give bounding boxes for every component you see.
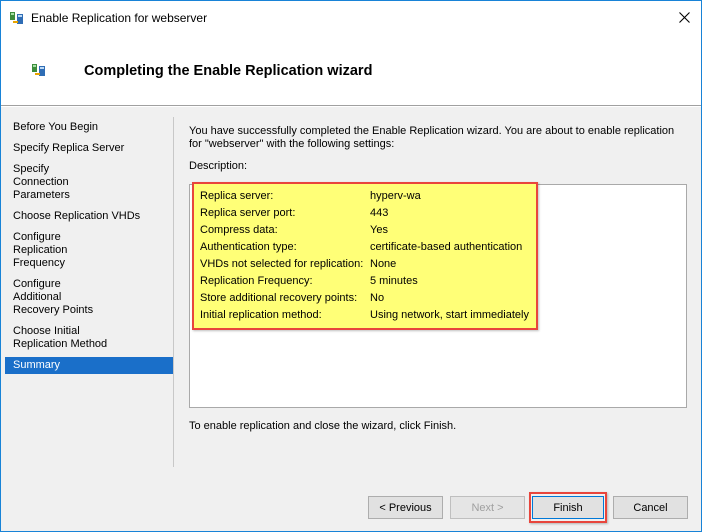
nav-item-specify-replica-server[interactable]: Specify Replica Server bbox=[1, 140, 173, 157]
nav-item-before-you-begin[interactable]: Before You Begin bbox=[1, 119, 173, 136]
window-title: Enable Replication for webserver bbox=[31, 11, 208, 25]
setting-row: Replica server: hyperv-wa bbox=[200, 187, 530, 204]
summary-panel: You have successfully completed the Enab… bbox=[189, 125, 689, 432]
previous-button[interactable]: < Previous bbox=[368, 496, 443, 519]
title-bar: Enable Replication for webserver bbox=[1, 1, 701, 34]
next-button[interactable]: Next > bbox=[450, 496, 525, 519]
setting-row: Store additional recovery points: No bbox=[200, 289, 530, 306]
setting-key: Replica server: bbox=[200, 189, 274, 202]
nav-item-summary[interactable]: Summary bbox=[5, 357, 173, 374]
description-box[interactable]: Replica server: hyperv-wa Replica server … bbox=[189, 182, 687, 408]
setting-value: Yes bbox=[370, 223, 388, 236]
cancel-button[interactable]: Cancel bbox=[613, 496, 688, 519]
setting-key: Authentication type: bbox=[200, 240, 297, 253]
setting-value: None bbox=[370, 257, 397, 270]
setting-row: Authentication type: certificate-based au… bbox=[200, 238, 530, 255]
setting-key: VHDs not selected for replication: bbox=[200, 257, 364, 270]
setting-value: 5 minutes bbox=[370, 274, 418, 287]
setting-key: Compress data: bbox=[200, 223, 278, 236]
setting-value: No bbox=[370, 291, 385, 304]
wizard-header: Completing the Enable Replication wizard bbox=[1, 34, 701, 106]
nav-item-connection-parameters[interactable]: Specify Connection Parameters bbox=[1, 161, 111, 204]
setting-value: hyperv-wa bbox=[370, 189, 421, 202]
nav-item-initial-replication[interactable]: Choose Initial Replication Method bbox=[1, 323, 136, 353]
nav-item-replication-vhds[interactable]: Choose Replication VHDs bbox=[1, 208, 173, 225]
setting-value: Using network, start immediately bbox=[370, 308, 529, 321]
setting-row: Replication Frequency: 5 minutes bbox=[200, 272, 530, 289]
setting-value: certificate-based authentication bbox=[370, 240, 523, 253]
setting-key: Initial replication method: bbox=[200, 308, 322, 321]
nav-item-recovery-points[interactable]: Configure Additional Recovery Points bbox=[1, 276, 113, 319]
setting-key: Replication Frequency: bbox=[200, 274, 313, 287]
wizard-footer: < Previous Next > Finish Cancel bbox=[1, 485, 701, 531]
page-title: Completing the Enable Replication wizard bbox=[84, 63, 373, 79]
wizard-window: Enable Replication for webserver Complet… bbox=[0, 0, 702, 532]
setting-key: Store additional recovery points: bbox=[200, 291, 358, 304]
nav-item-replication-frequency[interactable]: Configure Replication Frequency bbox=[1, 229, 119, 272]
description-label: Description: bbox=[189, 160, 248, 172]
wizard-steps-nav: Before You Begin Specify Replica Server … bbox=[1, 119, 173, 378]
finish-instructions: To enable replication and close the wiza… bbox=[189, 420, 457, 432]
setting-row: VHDs not selected for replication: None bbox=[200, 255, 530, 272]
setting-key: Replica server port: bbox=[200, 206, 296, 219]
replication-icon bbox=[31, 62, 47, 78]
setting-row: Compress data: Yes bbox=[200, 221, 530, 238]
setting-row: Initial replication method: Using network… bbox=[200, 306, 530, 323]
nav-divider bbox=[173, 117, 174, 467]
wizard-content: Before You Begin Specify Replica Server … bbox=[1, 107, 701, 485]
setting-row: Replica server port: 443 bbox=[200, 204, 530, 221]
intro-text: You have successfully completed the Enab… bbox=[189, 125, 675, 150]
hyperv-app-icon bbox=[9, 10, 25, 26]
settings-highlight: Replica server: hyperv-wa Replica server … bbox=[192, 182, 538, 330]
finish-button[interactable]: Finish bbox=[532, 496, 604, 519]
setting-value: 443 bbox=[370, 206, 389, 219]
close-icon[interactable] bbox=[667, 1, 701, 34]
